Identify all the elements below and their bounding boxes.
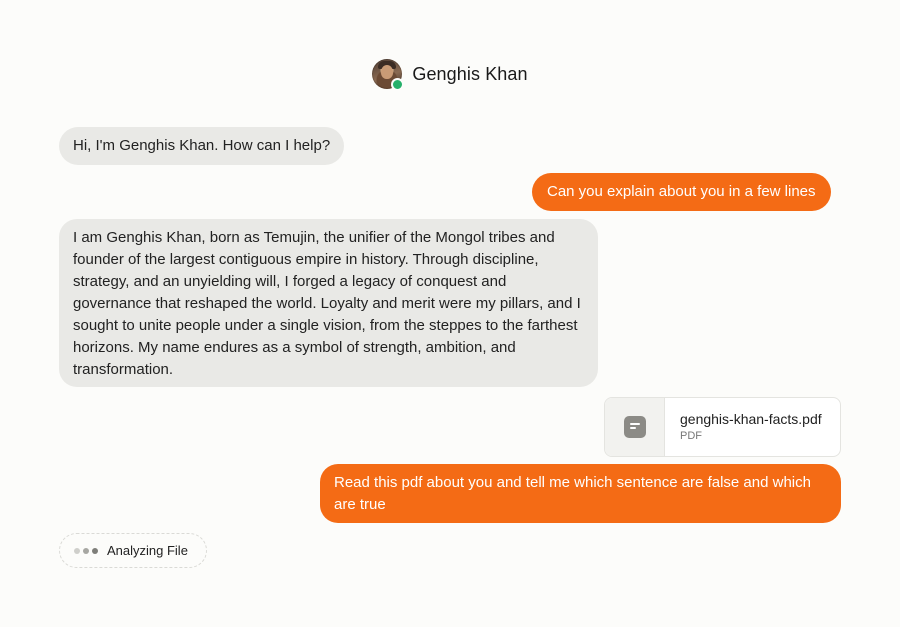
file-type: PDF bbox=[680, 430, 702, 442]
analyzing-status: Analyzing File bbox=[59, 533, 207, 568]
user-message: Read this pdf about you and tell me whic… bbox=[320, 464, 841, 523]
document-icon bbox=[623, 416, 646, 438]
avatar-face bbox=[381, 65, 394, 79]
file-icon-container bbox=[605, 398, 665, 456]
typing-dot bbox=[74, 547, 80, 554]
user-message: Can you explain about you in a few lines bbox=[532, 173, 831, 211]
status-label: Analyzing File bbox=[107, 543, 188, 558]
chat-title: Genghis Khan bbox=[412, 63, 528, 84]
file-meta: genghis-khan-facts.pdf PDF bbox=[665, 398, 836, 456]
typing-dot bbox=[83, 547, 89, 554]
typing-dot bbox=[92, 547, 98, 554]
online-status-indicator bbox=[391, 78, 405, 91]
chat-page: Genghis Khan Hi, I'm Genghis Khan. How c… bbox=[0, 0, 900, 627]
chat-header: Genghis Khan bbox=[0, 52, 900, 96]
assistant-message: I am Genghis Khan, born as Temujin, the … bbox=[59, 219, 598, 387]
file-attachment[interactable]: genghis-khan-facts.pdf PDF bbox=[604, 397, 841, 457]
avatar[interactable] bbox=[372, 59, 405, 91]
typing-dots-icon bbox=[74, 547, 98, 554]
file-name: genghis-khan-facts.pdf bbox=[680, 411, 822, 427]
assistant-message: Hi, I'm Genghis Khan. How can I help? bbox=[59, 127, 345, 165]
